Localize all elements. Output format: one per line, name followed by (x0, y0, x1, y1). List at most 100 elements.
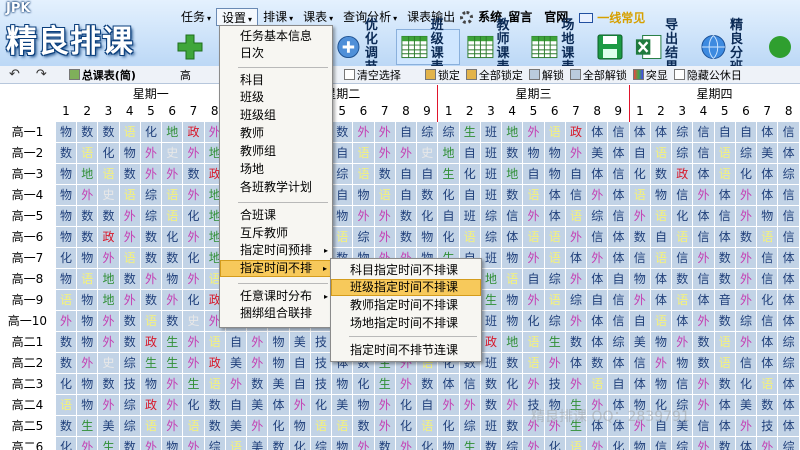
lesson-cell[interactable]: 化 (54, 435, 78, 450)
menu-item-any-period-distribution[interactable]: 任意课时分布 ▸ (220, 288, 332, 305)
lesson-cell[interactable]: 语 (713, 351, 736, 374)
lesson-cell[interactable]: 外 (373, 141, 396, 164)
lesson-cell[interactable]: 化 (182, 288, 205, 311)
lesson-cell[interactable]: 史 (97, 183, 120, 206)
lesson-cell[interactable]: 化 (501, 372, 524, 395)
cut-off-button[interactable] (761, 29, 797, 65)
lesson-cell[interactable]: 综 (586, 204, 609, 227)
lesson-cell[interactable]: 信 (756, 246, 779, 269)
lesson-cell[interactable]: 体 (628, 372, 651, 395)
lesson-cell[interactable]: 体 (756, 183, 779, 206)
lesson-cell[interactable]: 生 (458, 435, 481, 450)
lesson-cell[interactable]: 自 (458, 183, 481, 206)
lesson-cell[interactable]: 技 (309, 330, 333, 353)
lesson-cell[interactable]: 化 (522, 309, 545, 332)
menu-item-combined-class[interactable]: 合班课 (220, 207, 332, 224)
lesson-cell[interactable]: 地 (501, 120, 524, 143)
lesson-cell[interactable]: 美 (267, 372, 290, 395)
lesson-cell[interactable]: 化 (416, 435, 439, 450)
lesson-cell[interactable]: 生 (543, 330, 566, 353)
lesson-cell[interactable]: 综 (437, 120, 460, 143)
lesson-cell[interactable]: 班 (479, 183, 503, 206)
lesson-cell[interactable]: 数 (394, 225, 418, 248)
lesson-cell[interactable]: 语 (649, 141, 673, 164)
lesson-cell[interactable]: 地 (76, 162, 99, 185)
lesson-cell[interactable]: 自 (522, 267, 545, 290)
lesson-cell[interactable]: 外 (352, 435, 375, 450)
lesson-cell[interactable]: 信 (777, 120, 800, 143)
lesson-cell[interactable]: 信 (628, 351, 651, 374)
menu-task[interactable]: 任务 ▾ (176, 8, 216, 26)
lesson-cell[interactable]: 数 (97, 372, 120, 395)
lesson-cell[interactable]: 体 (543, 183, 566, 206)
menu-item-class-group[interactable]: 班级组 (220, 107, 332, 124)
lesson-cell[interactable]: 外 (671, 330, 694, 353)
lesson-cell[interactable]: 数 (713, 309, 736, 332)
lesson-cell[interactable]: 化 (416, 204, 439, 227)
lesson-cell[interactable]: 数 (649, 162, 673, 185)
lesson-cell[interactable]: 物 (267, 330, 290, 353)
lesson-cell[interactable]: 政 (97, 225, 120, 248)
lesson-cell[interactable]: 数 (139, 246, 163, 269)
lesson-cell[interactable]: 数 (97, 120, 120, 143)
lesson-cell[interactable]: 物 (288, 414, 311, 437)
class-name-cell[interactable]: 高二3 (0, 373, 55, 394)
lesson-cell[interactable]: 数 (713, 435, 736, 450)
lesson-cell[interactable]: 综 (671, 141, 694, 164)
lesson-cell[interactable]: 信 (649, 435, 673, 450)
lesson-cell[interactable]: 物 (628, 267, 651, 290)
lesson-cell[interactable]: 外 (522, 288, 545, 311)
lesson-cell[interactable]: 信 (692, 120, 715, 143)
lesson-cell[interactable]: 数 (331, 120, 354, 143)
lesson-cell[interactable]: 信 (713, 204, 736, 227)
lesson-cell[interactable]: 物 (54, 267, 78, 290)
lesson-cell[interactable]: 数 (118, 435, 141, 450)
lesson-cell[interactable]: 物 (543, 162, 566, 185)
lesson-cell[interactable]: 信 (756, 267, 779, 290)
lesson-cell[interactable]: 外 (756, 435, 779, 450)
lock-all-button[interactable]: 全部锁定 (463, 67, 526, 83)
lesson-cell[interactable]: 外 (97, 309, 120, 332)
lesson-cell[interactable]: 生 (161, 330, 184, 353)
lesson-cell[interactable]: 外 (139, 435, 163, 450)
lesson-cell[interactable]: 语 (713, 141, 736, 164)
lesson-cell[interactable]: 体 (607, 225, 630, 248)
lesson-cell[interactable]: 语 (522, 330, 545, 353)
class-name-cell[interactable]: 高一4 (0, 184, 55, 205)
lesson-cell[interactable]: 数 (118, 330, 141, 353)
lesson-cell[interactable]: 外 (692, 393, 715, 416)
lesson-cell[interactable]: 综 (118, 351, 141, 374)
redo-button[interactable]: ↷ (33, 67, 60, 82)
lesson-cell[interactable]: 综 (309, 435, 333, 450)
lesson-cell[interactable]: 语 (352, 141, 375, 164)
lesson-cell[interactable]: 体 (756, 120, 779, 143)
lesson-cell[interactable]: 物 (54, 204, 78, 227)
lesson-cell[interactable]: 外 (352, 120, 375, 143)
lesson-cell[interactable]: 信 (607, 162, 630, 185)
lesson-cell[interactable]: 体 (692, 162, 715, 185)
lesson-cell[interactable]: 语 (649, 309, 673, 332)
lesson-cell[interactable]: 综 (118, 414, 141, 437)
highlight-button[interactable]: 突显 (630, 67, 671, 83)
lesson-cell[interactable]: 体 (628, 120, 651, 143)
lesson-cell[interactable]: 自 (331, 183, 354, 206)
lesson-cell[interactable]: 物 (161, 267, 184, 290)
lesson-cell[interactable]: 化 (161, 225, 184, 248)
lesson-cell[interactable]: 班 (479, 246, 503, 269)
lesson-cell[interactable]: 数 (692, 330, 715, 353)
lesson-cell[interactable]: 综 (543, 309, 566, 332)
lesson-cell[interactable]: 班 (458, 204, 481, 227)
lesson-cell[interactable]: 语 (671, 288, 694, 311)
lesson-cell[interactable]: 美 (756, 141, 779, 164)
lesson-cell[interactable]: 体 (607, 141, 630, 164)
lesson-cell[interactable]: 美 (288, 330, 311, 353)
lesson-cell[interactable]: 外 (586, 246, 609, 269)
lesson-cell[interactable]: 数 (203, 414, 226, 437)
lesson-cell[interactable]: 体 (586, 267, 609, 290)
lesson-cell[interactable]: 语 (203, 372, 226, 395)
lesson-cell[interactable]: 美 (224, 351, 248, 374)
lesson-cell[interactable]: 地 (161, 120, 184, 143)
lesson-cell[interactable]: 物 (118, 141, 141, 164)
lesson-cell[interactable]: 自 (458, 141, 481, 164)
lesson-cell[interactable]: 物 (139, 372, 163, 395)
